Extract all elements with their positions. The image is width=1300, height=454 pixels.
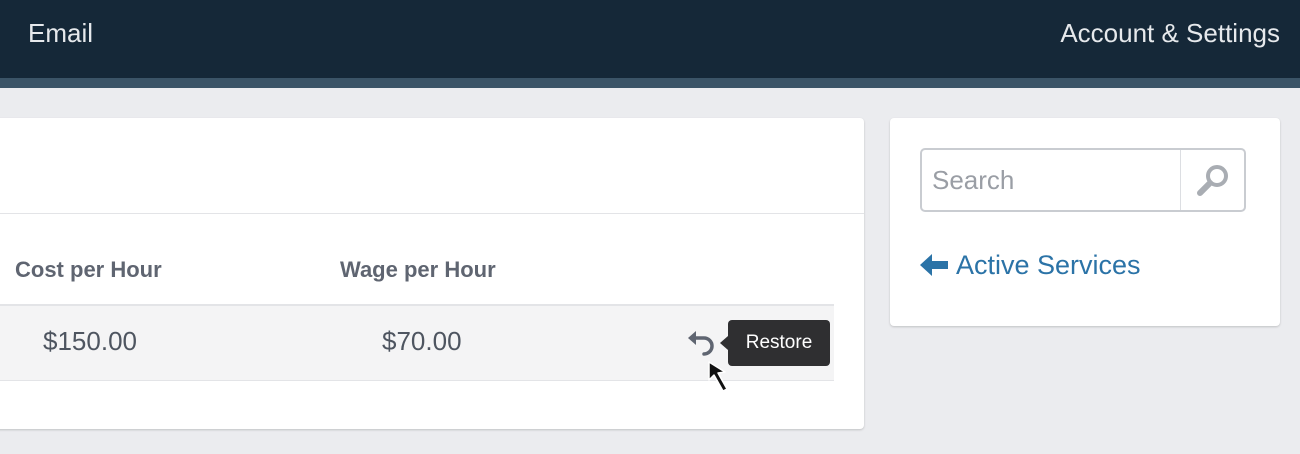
card-divider: [0, 213, 864, 214]
sidebar-card: Active Services: [890, 118, 1280, 326]
search-button[interactable]: [1180, 150, 1244, 210]
search-box: [920, 148, 1246, 212]
top-navbar: Email Account & Settings: [0, 0, 1300, 88]
arrow-left-icon: [920, 253, 948, 276]
table-row: $150.00 $70.00 Restore: [0, 304, 834, 381]
active-services-label: Active Services: [956, 250, 1141, 280]
restore-button[interactable]: [686, 326, 720, 360]
nav-email-link[interactable]: Email: [28, 17, 93, 49]
services-card: Cost per Hour Wage per Hour $150.00 $70.…: [0, 118, 864, 429]
column-header-cost: Cost per Hour: [15, 257, 162, 282]
restore-tooltip: Restore: [720, 320, 830, 366]
column-header-wage: Wage per Hour: [340, 257, 496, 282]
cell-cost: $150.00: [43, 326, 137, 356]
undo-icon[interactable]: [686, 326, 720, 360]
cell-wage: $70.00: [382, 326, 462, 356]
magnifier-icon[interactable]: [1195, 162, 1231, 198]
search-input[interactable]: [922, 150, 1182, 210]
nav-account-settings-link[interactable]: Account & Settings: [1060, 17, 1280, 49]
active-services-link[interactable]: Active Services: [920, 250, 1141, 281]
